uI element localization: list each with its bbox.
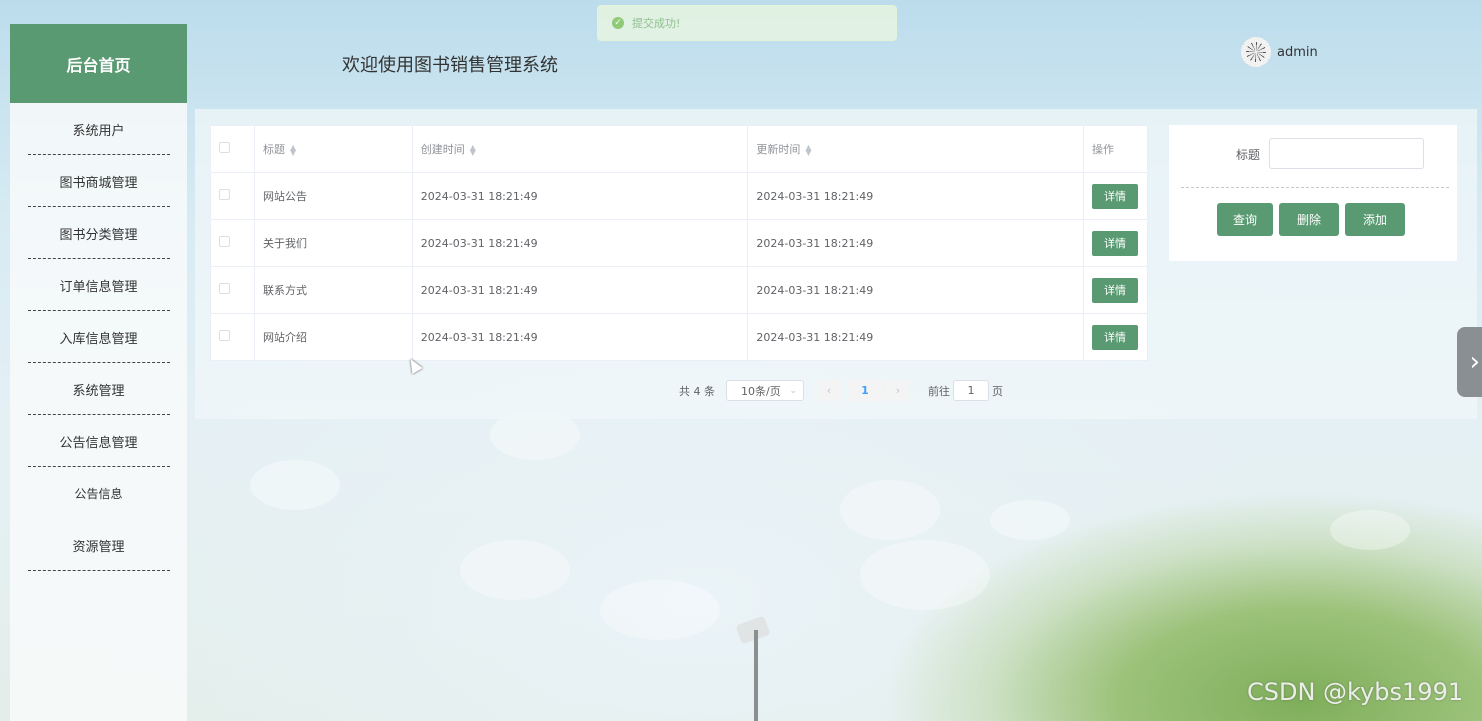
row-checkbox[interactable] xyxy=(219,236,230,247)
search-title-label: 标题 xyxy=(1236,148,1261,162)
goto-label: 前往 xyxy=(928,384,950,398)
cell-title: 联系方式 xyxy=(253,266,413,314)
background-bokeh xyxy=(1330,510,1410,550)
column-header-title[interactable]: 标题 ▲ ▼ xyxy=(253,125,413,173)
table-row: 网站公告 2024-03-31 18:21:49 2024-03-31 18:2… xyxy=(210,172,1149,220)
select-all-checkbox[interactable] xyxy=(219,142,230,153)
pagination: 共 4 条 10条/页 ⌄ ‹ 1 › 前往 1 页 xyxy=(679,380,1003,401)
lamp-post xyxy=(754,630,758,721)
divider xyxy=(1181,187,1449,188)
background-bokeh xyxy=(990,500,1070,540)
sort-icon[interactable]: ▲ ▼ xyxy=(470,144,476,157)
detail-button[interactable]: 详情 xyxy=(1091,324,1138,350)
cell-updated: 2024-03-31 18:21:49 xyxy=(747,219,1084,267)
toast-message: 提交成功! xyxy=(632,17,681,30)
table-header-row: 标题 ▲ ▼ 创建时间 ▲ ▼ 更新时间 ▲ ▼ 操作 xyxy=(210,125,1149,173)
next-page-button[interactable]: › xyxy=(886,380,910,401)
column-header-created[interactable]: 创建时间 ▲ ▼ xyxy=(411,125,749,173)
background-bokeh xyxy=(860,540,990,610)
sidebar-item-announcement-manage[interactable]: 公告信息管理 xyxy=(10,415,187,467)
cell-updated: 2024-03-31 18:21:49 xyxy=(747,266,1084,314)
sidebar-item-resources[interactable]: 资源管理 xyxy=(10,519,187,571)
cell-created: 2024-03-31 18:21:49 xyxy=(411,266,749,314)
page-title: 欢迎使用图书销售管理系统 xyxy=(342,55,558,76)
sidebar-item-stock-in[interactable]: 入库信息管理 xyxy=(10,311,187,363)
sort-icon[interactable]: ▲ ▼ xyxy=(805,144,811,157)
cell-updated: 2024-03-31 18:21:49 xyxy=(747,313,1084,361)
sidebar-brand-home[interactable]: 后台首页 xyxy=(10,24,187,103)
table-row: 关于我们 2024-03-31 18:21:49 2024-03-31 18:2… xyxy=(210,219,1149,267)
detail-button[interactable]: 详情 xyxy=(1091,277,1138,303)
sidebar-item-book-category[interactable]: 图书分类管理 xyxy=(10,207,187,259)
search-title-input[interactable] xyxy=(1269,138,1424,169)
sidebar-item-orders[interactable]: 订单信息管理 xyxy=(10,259,187,311)
add-button[interactable]: 添加 xyxy=(1345,203,1405,236)
cell-title: 网站公告 xyxy=(253,172,413,220)
sidebar-item-system-users[interactable]: 系统用户 xyxy=(10,103,187,155)
cell-updated: 2024-03-31 18:21:49 xyxy=(747,172,1084,220)
cell-created: 2024-03-31 18:21:49 xyxy=(411,172,749,220)
column-header-updated[interactable]: 更新时间 ▲ ▼ xyxy=(747,125,1084,173)
avatar xyxy=(1241,37,1271,67)
user-menu[interactable]: admin xyxy=(1241,37,1318,67)
cell-created: 2024-03-31 18:21:49 xyxy=(411,313,749,361)
table-row: 联系方式 2024-03-31 18:21:49 2024-03-31 18:2… xyxy=(210,266,1149,314)
background-bokeh xyxy=(250,460,340,510)
check-circle-icon: ✓ xyxy=(612,17,624,29)
row-checkbox[interactable] xyxy=(219,283,230,294)
chevron-right-icon: › xyxy=(895,384,901,397)
detail-button[interactable]: 详情 xyxy=(1091,183,1138,209)
watermark: CSDN @kybs1991 xyxy=(1247,678,1464,706)
search-panel: 标题 查询 删除 添加 xyxy=(1169,125,1457,261)
background-bokeh xyxy=(600,580,720,640)
background-bokeh xyxy=(460,540,570,600)
page-number-current[interactable]: 1 xyxy=(847,380,883,401)
goto-page-input[interactable]: 1 xyxy=(953,380,989,401)
cell-title: 关于我们 xyxy=(253,219,413,267)
chevron-left-icon: ‹ xyxy=(826,384,832,397)
prev-page-button[interactable]: ‹ xyxy=(817,380,841,401)
sidebar-subitem-announcements[interactable]: 公告信息 xyxy=(10,467,187,519)
query-button[interactable]: 查询 xyxy=(1217,203,1273,236)
sidebar-item-book-mall[interactable]: 图书商城管理 xyxy=(10,155,187,207)
background-bokeh xyxy=(840,480,940,540)
row-checkbox[interactable] xyxy=(219,189,230,200)
sidebar-toggle-handle[interactable]: › xyxy=(1457,327,1482,397)
chevron-down-icon: ⌄ xyxy=(789,385,797,396)
page-suffix: 页 xyxy=(992,384,1003,398)
cell-title: 网站介绍 xyxy=(253,313,413,361)
cell-created: 2024-03-31 18:21:49 xyxy=(411,219,749,267)
data-table: 标题 ▲ ▼ 创建时间 ▲ ▼ 更新时间 ▲ ▼ 操作 网站公告 2024-03-31 18… xyxy=(210,125,1149,361)
table-row: 网站介绍 2024-03-31 18:21:49 2024-03-31 18:2… xyxy=(210,313,1149,361)
sidebar-item-system-manage[interactable]: 系统管理 xyxy=(10,363,187,415)
username: admin xyxy=(1277,44,1318,60)
page-size-value: 10条/页 xyxy=(741,384,781,398)
sort-icon[interactable]: ▲ ▼ xyxy=(290,144,296,157)
chevron-right-icon: › xyxy=(1469,347,1480,377)
pagination-total: 共 4 条 xyxy=(679,384,715,398)
success-toast: ✓ 提交成功! xyxy=(597,5,897,41)
lamp-post-head xyxy=(735,615,771,645)
column-header-actions: 操作 xyxy=(1082,125,1149,173)
sidebar: 后台首页 系统用户 图书商城管理 图书分类管理 订单信息管理 入库信息管理 系统… xyxy=(10,24,187,721)
row-checkbox[interactable] xyxy=(219,330,230,341)
delete-button[interactable]: 删除 xyxy=(1279,203,1339,236)
page-size-select[interactable]: 10条/页 ⌄ xyxy=(726,380,804,401)
detail-button[interactable]: 详情 xyxy=(1091,230,1138,256)
